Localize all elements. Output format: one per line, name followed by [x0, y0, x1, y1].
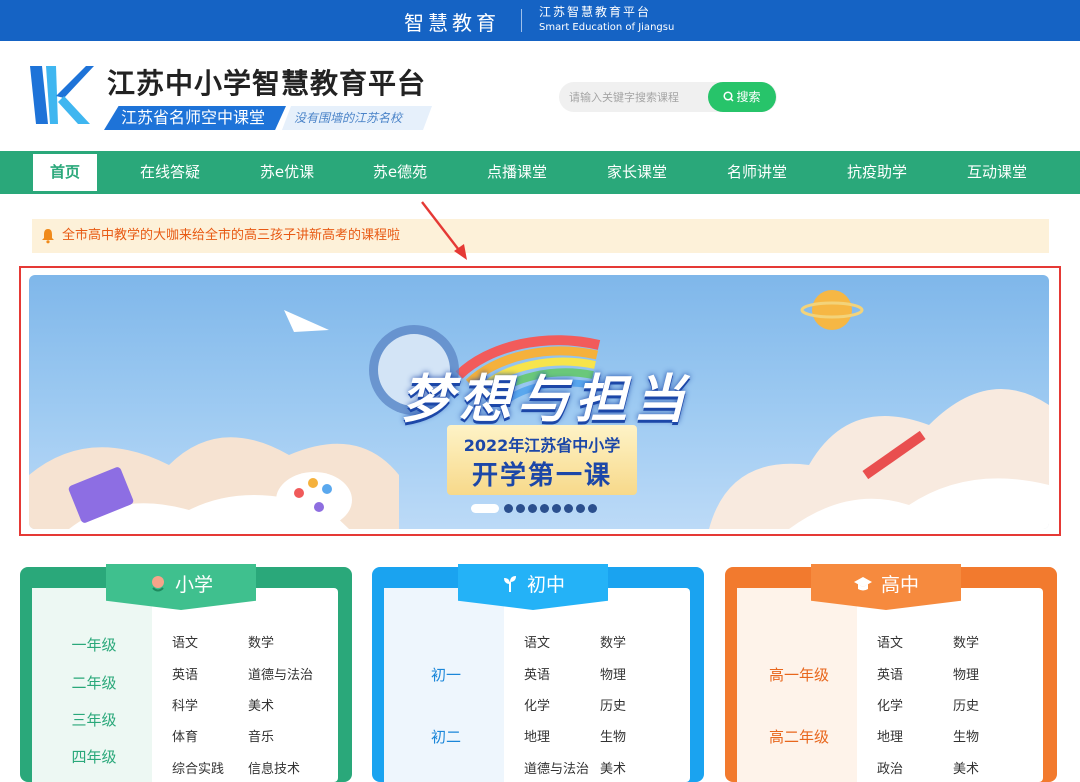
platform-name-cn: 江苏智慧教育平台 [539, 5, 652, 19]
grade-link[interactable]: 三年级 [34, 709, 154, 730]
bell-icon [42, 229, 54, 244]
subject-link[interactable]: 科学 [172, 695, 198, 714]
search-input[interactable] [569, 82, 709, 112]
subject-link[interactable]: 数学 [953, 632, 979, 651]
search-icon [723, 91, 735, 102]
subject-link[interactable]: 化学 [877, 695, 903, 714]
slogan-tag: 没有围墙的江苏名校 [282, 106, 432, 130]
carousel-dot[interactable] [576, 504, 585, 513]
card-header: 小学 [106, 564, 256, 610]
grade-column [384, 588, 504, 782]
carousel-dot[interactable] [540, 504, 549, 513]
subject-link[interactable]: 数学 [600, 632, 626, 651]
nav-e-moral[interactable]: 苏e德苑 [350, 151, 450, 194]
nav-parents[interactable]: 家长课堂 [587, 151, 687, 194]
top-bar: 智慧教育 江苏智慧教育平台 Smart Education of Jiangsu [0, 0, 1080, 41]
nav-interactive[interactable]: 互动课堂 [947, 151, 1047, 194]
carousel-dot[interactable] [552, 504, 561, 513]
nav-online-qa[interactable]: 在线答疑 [120, 151, 220, 194]
carousel-dot[interactable] [516, 504, 525, 513]
grade-column [737, 588, 857, 782]
search-button-label: 搜索 [736, 90, 761, 104]
subject-link[interactable]: 地理 [877, 726, 903, 745]
grade-link[interactable]: 四年级 [34, 746, 154, 767]
subject-link[interactable]: 英语 [172, 664, 198, 683]
grade-link[interactable]: 初二 [386, 726, 506, 747]
nav-epidemic[interactable]: 抗疫助学 [827, 151, 927, 194]
platform-name-en: Smart Education of Jiangsu [539, 22, 675, 33]
carousel-dot-active[interactable] [471, 504, 499, 513]
search-button[interactable]: 搜索 [708, 82, 776, 112]
sprout-icon [503, 576, 516, 592]
subject-link[interactable]: 道德与法治 [524, 758, 589, 777]
subject-link[interactable]: 语文 [877, 632, 903, 651]
subject-link[interactable]: 历史 [600, 695, 626, 714]
subject-link[interactable]: 地理 [524, 726, 550, 745]
nav-vod[interactable]: 点播课堂 [467, 151, 567, 194]
card-title: 小学 [174, 574, 213, 596]
site-logo[interactable] [28, 66, 94, 124]
annotation-arrow [421, 201, 467, 260]
subject-link[interactable]: 美术 [600, 758, 626, 777]
subject-link[interactable]: 政治 [877, 758, 903, 777]
brand-text: 智慧教育 [404, 11, 500, 35]
banner-title: 梦想与担当 [401, 370, 692, 430]
subject-link[interactable]: 美术 [953, 758, 979, 777]
card-title: 高中 [880, 574, 919, 596]
subject-link[interactable]: 数学 [248, 632, 274, 651]
grade-link[interactable]: 高一年级 [739, 664, 859, 685]
subject-link[interactable]: 英语 [524, 664, 550, 683]
banner-carousel[interactable]: 梦想与担当 2022年江苏省中小学 开学第一课 [29, 275, 1049, 529]
flower-icon [151, 576, 164, 592]
grade-link[interactable]: 初一 [386, 664, 506, 685]
carousel-dot[interactable] [564, 504, 573, 513]
card-header: 高中 [811, 564, 961, 610]
nav-home[interactable]: 首页 [33, 151, 97, 191]
main-nav: 首页 在线答疑 苏e优课 苏e德苑 点播课堂 家长课堂 名师讲堂 抗疫助学 互动… [0, 151, 1080, 194]
banner-badge: 2022年江苏省中小学 开学第一课 [447, 425, 637, 495]
subject-link[interactable]: 美术 [248, 695, 274, 714]
subject-link[interactable]: 物理 [600, 664, 626, 683]
subject-link[interactable]: 历史 [953, 695, 979, 714]
subject-link[interactable]: 语文 [172, 632, 198, 651]
banner-headline: 开学第一课 [471, 461, 612, 491]
high-school-card: 高中 高一年级 高二年级 语文 数学 英语 物理 化学 历史 地理 生物 政治 … [725, 564, 1057, 782]
middle-school-card: 初中 初一 初二 语文 数学 英语 物理 化学 历史 地理 生物 道德与法治 美… [372, 564, 704, 782]
notice-bar[interactable]: 全市高中教学的大咖来给全市的高三孩子讲新高考的课程啦 [32, 219, 1049, 253]
banner-subtitle: 2022年江苏省中小学 [463, 436, 621, 455]
subject-link[interactable]: 英语 [877, 664, 903, 683]
subject-link[interactable]: 道德与法治 [248, 664, 313, 683]
carousel-dot[interactable] [504, 504, 513, 513]
notice-text: 全市高中教学的大咖来给全市的高三孩子讲新高考的课程啦 [62, 228, 401, 243]
divider [521, 9, 522, 32]
subject-link[interactable]: 生物 [600, 726, 626, 745]
nav-famous-teachers[interactable]: 名师讲堂 [707, 151, 807, 194]
card-title: 初中 [526, 574, 565, 596]
grade-link[interactable]: 一年级 [34, 634, 154, 655]
subject-link[interactable]: 生物 [953, 726, 979, 745]
subject-link[interactable]: 音乐 [248, 726, 274, 745]
subject-link[interactable]: 语文 [524, 632, 550, 651]
search-box: 搜索 [559, 82, 777, 112]
subject-link[interactable]: 物理 [953, 664, 979, 683]
site-title[interactable]: 江苏中小学智慧教育平台 [107, 62, 426, 102]
subject-link[interactable]: 体育 [172, 726, 198, 745]
grade-link[interactable]: 高二年级 [739, 726, 859, 747]
graduation-cap-icon [853, 577, 872, 591]
carousel-dot[interactable] [588, 504, 597, 513]
subject-link[interactable]: 化学 [524, 695, 550, 714]
grade-link[interactable]: 二年级 [34, 672, 154, 693]
nav-e-course[interactable]: 苏e优课 [237, 151, 337, 194]
card-header: 初中 [458, 564, 608, 610]
subject-link[interactable]: 信息技术 [248, 758, 300, 777]
primary-school-card: 小学 一年级 二年级 三年级 四年级 语文 数学 英语 道德与法治 科学 美术 … [20, 564, 352, 782]
sub-title-tag: 江苏省名师空中课堂 [104, 106, 286, 130]
carousel-dot[interactable] [528, 504, 537, 513]
subject-link[interactable]: 综合实践 [172, 758, 224, 777]
